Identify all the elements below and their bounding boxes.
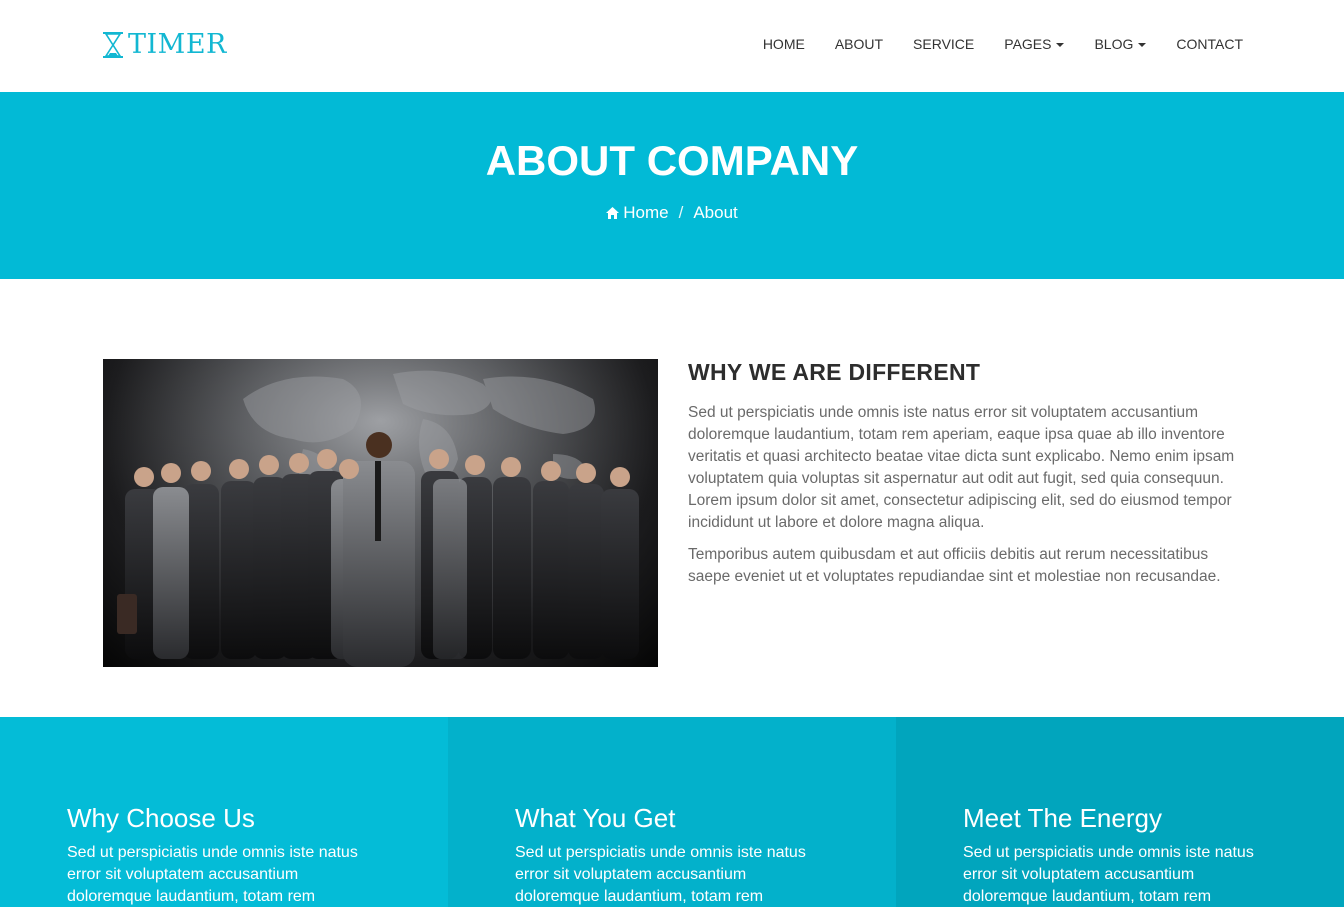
about-paragraph-2: Temporibus autem quibusdam et aut offici… (688, 546, 1221, 585)
about-paragraph-1: Sed ut perspiciatis unde omnis iste natu… (688, 404, 1235, 531)
feature-title: Why Choose Us (67, 803, 255, 833)
nav-service[interactable]: SERVICE (913, 34, 974, 54)
hourglass-icon (103, 32, 123, 58)
breadcrumb-current: About (693, 203, 738, 222)
feature-text: Sed ut perspiciatis unde omnis iste natu… (67, 844, 358, 905)
navbar: TIMER HOME ABOUT SERVICE PAGES BLOG CONT… (0, 0, 1344, 92)
breadcrumb: Home / About (0, 203, 1344, 223)
feature-title: Meet The Energy (963, 803, 1162, 833)
breadcrumb-separator: / (678, 203, 684, 222)
feature-meet-the-energy: Meet The Energy Sed ut perspiciatis unde… (896, 717, 1344, 907)
feature-why-choose-us: Why Choose Us Sed ut perspiciatis unde o… (0, 717, 448, 907)
nav-contact-label: CONTACT (1176, 36, 1243, 52)
nav-about[interactable]: ABOUT (835, 34, 883, 54)
nav-home-label: HOME (762, 36, 805, 52)
nav-home[interactable]: HOME (763, 34, 805, 54)
nav-pages-dropdown[interactable]: PAGES (1004, 34, 1065, 54)
brand-name: TIMER (128, 29, 227, 60)
team-photo (103, 359, 658, 667)
main-nav: HOME ABOUT SERVICE PAGES BLOG CONTACT (733, 34, 1243, 54)
nav-contact[interactable]: CONTACT (1176, 34, 1243, 54)
feature-text: Sed ut perspiciatis unde omnis iste natu… (963, 844, 1254, 905)
page-title: ABOUT COMPANY (485, 137, 859, 184)
feature-text: Sed ut perspiciatis unde omnis iste natu… (515, 844, 806, 905)
breadcrumb-home-label: Home (623, 203, 669, 222)
brand-logo[interactable]: TIMER (102, 30, 227, 60)
nav-blog-dropdown[interactable]: BLOG (1094, 34, 1147, 54)
caret-down-icon (1056, 42, 1065, 47)
nav-service-label: SERVICE (913, 36, 975, 52)
about-heading: WHY WE ARE DIFFERENT (688, 359, 981, 385)
feature-what-you-get: What You Get Sed ut perspiciatis unde om… (448, 717, 896, 907)
caret-down-icon (1138, 42, 1147, 47)
breadcrumb-home-link[interactable]: Home (606, 203, 669, 223)
nav-blog-label: BLOG (1094, 36, 1134, 52)
home-icon (606, 207, 620, 219)
page-banner: ABOUT COMPANY Home / About (0, 92, 1344, 279)
features-section: Why Choose Us Sed ut perspiciatis unde o… (0, 717, 1344, 907)
nav-pages-label: PAGES (1004, 36, 1052, 52)
team-photo-illustration (103, 359, 658, 667)
feature-title: What You Get (515, 803, 676, 833)
nav-about-label: ABOUT (834, 36, 884, 52)
